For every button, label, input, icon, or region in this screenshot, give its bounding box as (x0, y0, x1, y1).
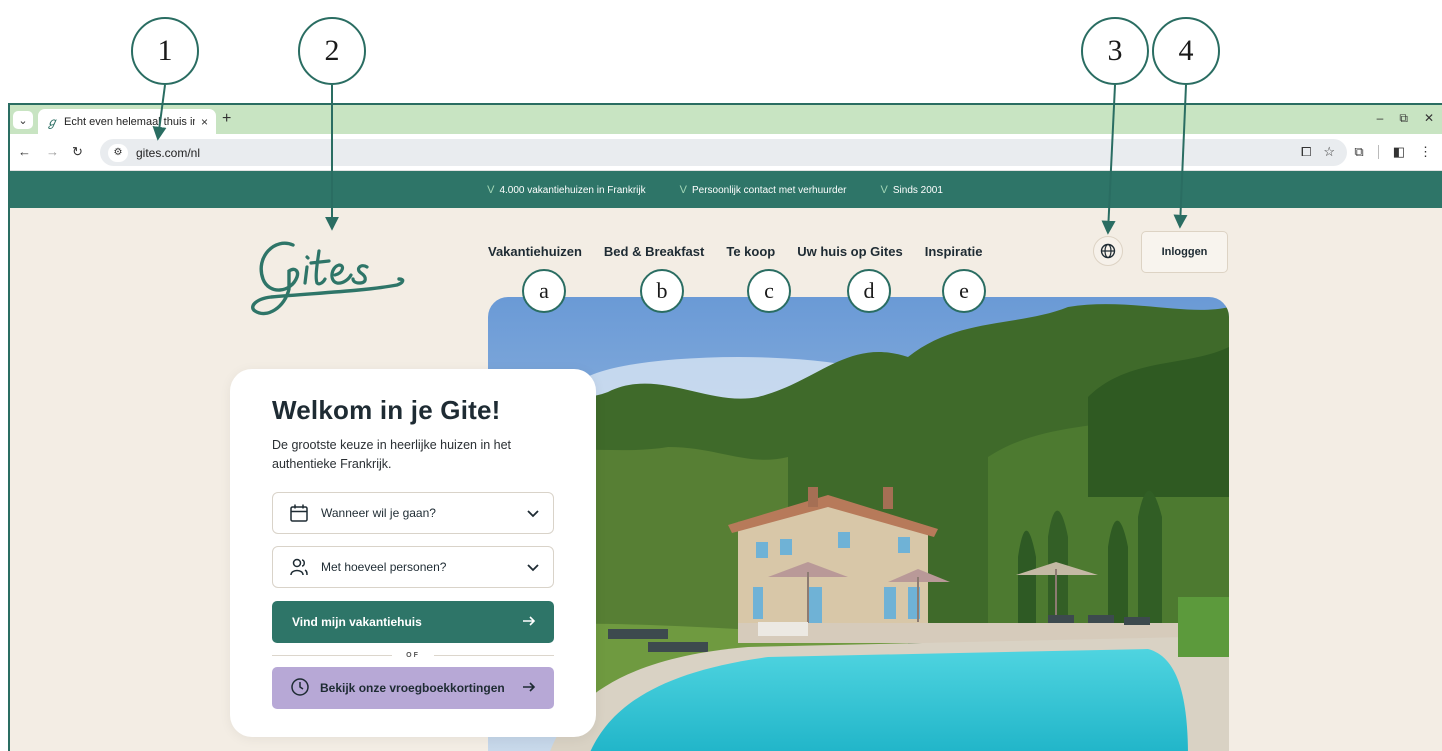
language-button[interactable] (1093, 236, 1123, 266)
omnibox-actions: ⧠ ☆ (1301, 144, 1335, 160)
browser-window: ⌄ ℊ Echt even helemaal thuis in Fra × + … (8, 103, 1442, 751)
check-icon: V (880, 183, 888, 196)
date-select[interactable]: Wanneer wil je gaan? (272, 492, 554, 534)
callout-3: 3 (1081, 17, 1149, 85)
or-divider: OF (272, 643, 555, 667)
extensions-icon[interactable]: ⧉ (1354, 144, 1363, 160)
side-panel-icon[interactable]: ◧ (1393, 144, 1405, 160)
search-button-label: Vind mijn vakantiehuis (292, 615, 422, 629)
persons-icon (289, 557, 311, 577)
forward-icon[interactable]: → (46, 144, 59, 159)
restore-icon[interactable]: ⧉ (1399, 111, 1408, 126)
new-tab-button[interactable]: + (222, 110, 231, 128)
promo-item: V Persoonlijk contact met verhuurder (679, 183, 847, 196)
nav-uw-huis-op-gites[interactable]: Uw huis op Gites (797, 244, 902, 259)
welcome-card: Welkom in je Gite! De grootste keuze in … (230, 369, 596, 737)
calendar-icon (289, 503, 311, 523)
address-bar[interactable]: ⚙ gites.com/nl ⧠ ☆ (100, 139, 1347, 166)
promo-item: V 4.000 vakantiehuizen in Frankrijk (487, 183, 646, 196)
favicon-icon: ℊ (46, 115, 59, 129)
bookmark-star-icon[interactable]: ☆ (1323, 144, 1335, 160)
callout-d: d (847, 269, 891, 313)
hero-photo (488, 297, 1229, 751)
promo-item: V Sinds 2001 (880, 183, 943, 196)
tab-title: Echt even helemaal thuis in Fra (64, 115, 195, 128)
gites-logo[interactable] (245, 227, 410, 327)
tab-close-icon[interactable]: × (201, 115, 208, 129)
chevron-down-icon (527, 560, 539, 575)
tab-search-button[interactable]: ⌄ (13, 111, 33, 129)
chevron-down-icon (527, 506, 539, 521)
callout-e: e (942, 269, 986, 313)
callout-a: a (522, 269, 566, 313)
clock-icon (290, 677, 310, 700)
toolbar-divider (1377, 145, 1379, 159)
browser-tab[interactable]: ℊ Echt even helemaal thuis in Fra × (38, 109, 216, 134)
cast-icon[interactable]: ⧠ (1301, 144, 1311, 160)
window-controls: – ⧉ ✕ (1377, 111, 1434, 126)
main-nav: Vakantiehuizen Bed & Breakfast Te koop U… (488, 244, 983, 259)
callout-2: 2 (298, 17, 366, 85)
close-window-icon[interactable]: ✕ (1424, 111, 1434, 126)
search-holiday-home-button[interactable]: Vind mijn vakantiehuis (272, 601, 554, 643)
nav-inspiratie[interactable]: Inspiratie (925, 244, 983, 259)
promo-bar: V 4.000 vakantiehuizen in Frankrijk V Pers… (10, 171, 1442, 208)
check-icon: V (679, 183, 687, 196)
url-text: gites.com/nl (136, 145, 201, 160)
welcome-title: Welkom in je Gite! (272, 395, 501, 425)
globe-icon (1100, 243, 1116, 259)
persons-select-label: Met hoeveel personen? (321, 560, 447, 574)
check-icon: V (487, 183, 495, 196)
reload-icon[interactable]: ↻ (72, 144, 83, 160)
toolbar-right: ⧉ ◧ ⋮ (1354, 144, 1432, 160)
login-button[interactable]: Inloggen (1141, 231, 1228, 273)
tab-bar: ⌄ ℊ Echt even helemaal thuis in Fra × + … (10, 105, 1442, 134)
arrow-right-icon (522, 681, 536, 696)
back-icon[interactable]: ← (18, 144, 31, 159)
callout-c: c (747, 269, 791, 313)
callout-b: b (640, 269, 684, 313)
minimize-icon[interactable]: – (1377, 111, 1384, 126)
nav-te-koop[interactable]: Te koop (726, 244, 775, 259)
arrow-right-icon (522, 615, 536, 630)
callout-1: 1 (131, 17, 199, 85)
menu-dots-icon[interactable]: ⋮ (1419, 144, 1432, 160)
early-booking-label: Bekijk onze vroegboekkortingen (320, 681, 505, 695)
welcome-subtitle: De grootste keuze in heerlijke huizen in… (272, 438, 512, 471)
date-select-label: Wanneer wil je gaan? (321, 506, 436, 520)
browser-toolbar: ← → ↻ ⚙ gites.com/nl ⧠ ☆ ⧉ ◧ ⋮ (10, 134, 1442, 171)
callout-4: 4 (1152, 17, 1220, 85)
persons-select[interactable]: Met hoeveel personen? (272, 546, 554, 588)
nav-bed-breakfast[interactable]: Bed & Breakfast (604, 244, 704, 259)
site-info-icon[interactable]: ⚙ (108, 143, 128, 162)
or-label: OF (406, 651, 420, 659)
nav-vakantiehuizen[interactable]: Vakantiehuizen (488, 244, 582, 259)
early-booking-button[interactable]: Bekijk onze vroegboekkortingen (272, 667, 554, 709)
villa-pool-image (488, 297, 1229, 751)
